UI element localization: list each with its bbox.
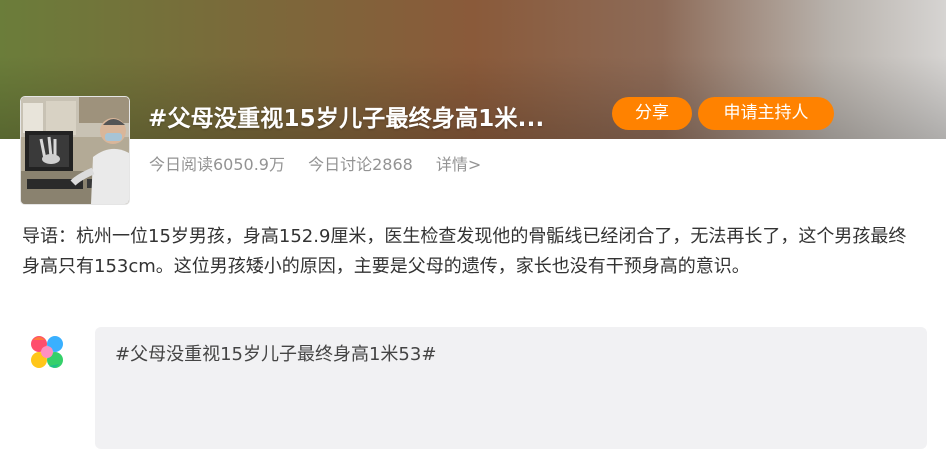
apply-host-button[interactable]: 申请主持人 xyxy=(698,97,834,130)
detail-link[interactable]: 详情> xyxy=(436,155,481,174)
discussion-count: 今日讨论2868 xyxy=(308,155,413,174)
doctor-xray-photo-icon xyxy=(21,97,129,204)
share-button[interactable]: 分享 xyxy=(612,97,692,130)
topic-intro: 导语：杭州一位15岁男孩，身高152.9厘米，医生检查发现他的骨骺线已经闭合了，… xyxy=(22,226,907,277)
topic-stats: 今日阅读6050.9万 今日讨论2868 详情> xyxy=(149,151,499,175)
weibo-flower-logo-icon xyxy=(27,332,67,372)
read-count: 今日阅读6050.9万 xyxy=(149,155,285,174)
post-composer-input[interactable]: #父母没重视15岁儿子最终身高1米53# xyxy=(95,327,927,449)
topic-thumbnail xyxy=(21,97,129,204)
topic-title: #父母没重视15岁儿子最终身高1米... xyxy=(148,106,545,132)
